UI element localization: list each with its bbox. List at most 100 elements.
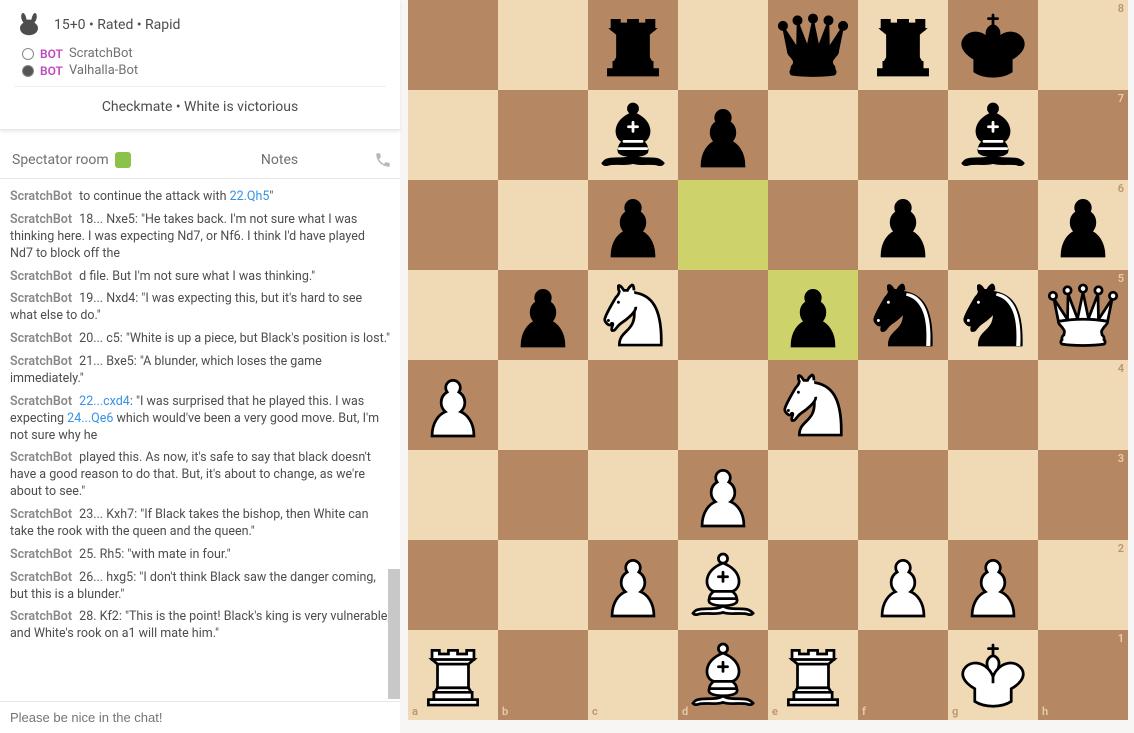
piece-black-k-g8[interactable] [952, 4, 1034, 90]
tab-spectator[interactable]: Spectator room [8, 146, 189, 174]
piece-black-p-e5[interactable] [772, 274, 854, 360]
chat-area[interactable]: ScratchBot to continue the attack with 2… [0, 179, 400, 701]
rank-label-4: 4 [1118, 362, 1124, 375]
square-c3[interactable] [588, 450, 678, 540]
square-e7[interactable] [768, 90, 858, 180]
square-a8[interactable] [408, 0, 498, 90]
piece-white-p-c2[interactable] [592, 544, 674, 630]
tab-notes-label: Notes [261, 152, 298, 168]
square-d6[interactable] [678, 180, 768, 270]
tab-spectator-label: Spectator room [12, 152, 109, 168]
piece-black-p-c6[interactable] [592, 184, 674, 270]
piece-black-p-b5[interactable] [502, 274, 584, 360]
chat-message: ScratchBot 20... c5: "White is up a piec… [10, 331, 390, 348]
square-f1[interactable]: f [858, 630, 948, 720]
square-f3[interactable] [858, 450, 948, 540]
piece-black-q-e8[interactable] [772, 4, 854, 90]
black-color-dot [22, 65, 34, 77]
square-a7[interactable] [408, 90, 498, 180]
piece-black-p-h6[interactable] [1042, 184, 1124, 270]
square-b4[interactable] [498, 360, 588, 450]
square-d5[interactable] [678, 270, 768, 360]
piece-white-r-e1[interactable] [772, 634, 854, 720]
square-e6[interactable] [768, 180, 858, 270]
square-h1[interactable]: h1 [1038, 630, 1128, 720]
square-g6[interactable] [948, 180, 1038, 270]
square-a3[interactable] [408, 450, 498, 540]
square-h4[interactable]: 4 [1038, 360, 1128, 450]
square-g4[interactable] [948, 360, 1038, 450]
chat-tabs: Spectator room Notes [0, 142, 400, 179]
board-wrap: 8765432abcdefgh1 [400, 0, 1134, 733]
piece-white-n-c5[interactable] [592, 274, 674, 360]
piece-white-p-f2[interactable] [862, 544, 944, 630]
chess-board[interactable]: 8765432abcdefgh1 [408, 0, 1128, 720]
rabbit-icon [14, 10, 44, 40]
piece-white-q-h5[interactable] [1042, 274, 1124, 360]
piece-black-b-g7[interactable] [952, 94, 1034, 180]
square-a2[interactable] [408, 540, 498, 630]
square-e2[interactable] [768, 540, 858, 630]
square-e3[interactable] [768, 450, 858, 540]
chat-message: ScratchBot played this. As now, it's saf… [10, 450, 390, 501]
file-label-b: b [502, 705, 508, 718]
square-h7[interactable]: 7 [1038, 90, 1128, 180]
square-b3[interactable] [498, 450, 588, 540]
file-label-f: f [862, 705, 866, 718]
piece-white-k-g1[interactable] [952, 634, 1034, 720]
rank-label-1: 1 [1118, 632, 1124, 645]
square-f7[interactable] [858, 90, 948, 180]
square-b1[interactable]: b [498, 630, 588, 720]
title-row: 15+0 • Rated • Rapid [14, 10, 386, 40]
square-b7[interactable] [498, 90, 588, 180]
chat-message: ScratchBot to continue the attack with 2… [10, 189, 390, 206]
black-player-row[interactable]: BOT Valhalla-Bot [22, 63, 386, 78]
piece-white-b-d1[interactable] [682, 634, 764, 720]
square-g3[interactable] [948, 450, 1038, 540]
chat-message: ScratchBot d file. But I'm not sure what… [10, 269, 390, 286]
chat-message: ScratchBot 18... Nxe5: "He takes back. I… [10, 212, 390, 263]
square-a5[interactable] [408, 270, 498, 360]
square-b2[interactable] [498, 540, 588, 630]
square-b6[interactable] [498, 180, 588, 270]
chat-input[interactable] [8, 706, 392, 729]
left-panel: 15+0 • Rated • Rapid BOT ScratchBot BOT … [0, 0, 400, 733]
piece-white-r-a1[interactable] [412, 634, 494, 720]
piece-white-p-g2[interactable] [952, 544, 1034, 630]
piece-black-n-g5[interactable] [952, 274, 1034, 360]
piece-white-n-e4[interactable] [772, 364, 854, 450]
chat-message: ScratchBot 22...cxd4: "I was surprised t… [10, 394, 390, 445]
tab-notes[interactable]: Notes [189, 146, 370, 174]
piece-black-n-f5[interactable] [862, 274, 944, 360]
piece-black-r-c8[interactable] [592, 4, 674, 90]
square-f4[interactable] [858, 360, 948, 450]
piece-black-r-f8[interactable] [862, 4, 944, 90]
square-c1[interactable]: c [588, 630, 678, 720]
piece-white-p-d3[interactable] [682, 454, 764, 540]
square-d4[interactable] [678, 360, 768, 450]
square-b8[interactable] [498, 0, 588, 90]
chat-scrollbar-thumb[interactable] [388, 569, 400, 699]
piece-black-p-f6[interactable] [862, 184, 944, 270]
piece-white-p-a4[interactable] [412, 364, 494, 450]
game-status: Checkmate • White is victorious [14, 86, 386, 119]
white-player-row[interactable]: BOT ScratchBot [22, 46, 386, 61]
game-header: 15+0 • Rated • Rapid BOT ScratchBot BOT … [0, 0, 400, 130]
white-player-name: ScratchBot [69, 46, 133, 61]
black-player-name: Valhalla-Bot [69, 63, 138, 78]
piece-black-p-d7[interactable] [682, 94, 764, 180]
white-color-dot [22, 48, 34, 60]
game-title: 15+0 • Rated • Rapid [54, 17, 180, 33]
square-c4[interactable] [588, 360, 678, 450]
square-h2[interactable]: 2 [1038, 540, 1128, 630]
piece-black-b-c7[interactable] [592, 94, 674, 180]
bot-label-black: BOT [40, 64, 63, 78]
piece-white-b-d2[interactable] [682, 544, 764, 630]
square-h3[interactable]: 3 [1038, 450, 1128, 540]
square-d8[interactable] [678, 0, 768, 90]
square-a6[interactable] [408, 180, 498, 270]
chat-message: ScratchBot 23... Kxh7: "If Black takes t… [10, 507, 390, 541]
phone-icon[interactable] [374, 151, 392, 169]
square-h8[interactable]: 8 [1038, 0, 1128, 90]
rank-label-3: 3 [1118, 452, 1124, 465]
